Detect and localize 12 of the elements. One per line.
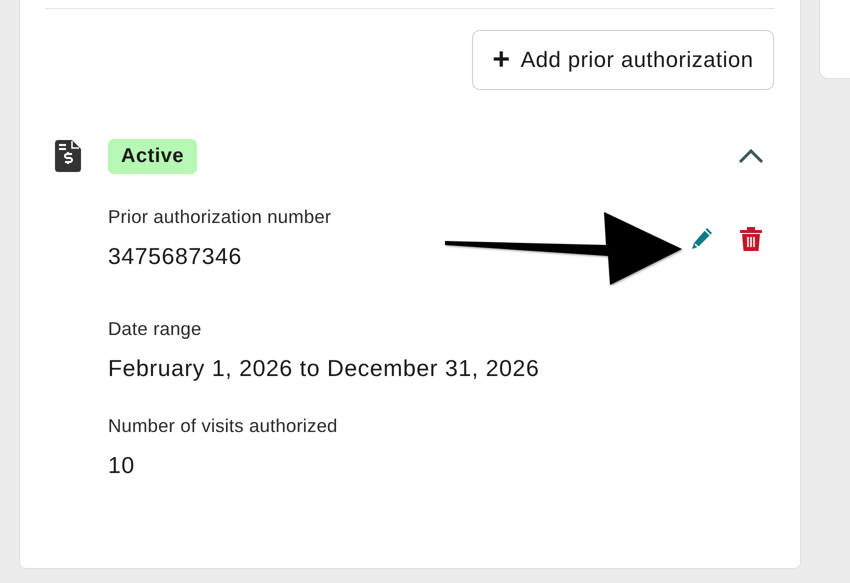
field-label: Prior authorization number bbox=[108, 206, 332, 228]
field-label: Date range bbox=[108, 318, 203, 340]
status-badge: Active bbox=[108, 138, 198, 174]
field-label: Number of visits authorized bbox=[108, 415, 339, 437]
chevron-up-icon[interactable] bbox=[737, 147, 766, 165]
field-value: 10 bbox=[108, 452, 136, 479]
field-value: February 1, 2026 to December 31, 2026 bbox=[108, 355, 540, 382]
invoice-icon bbox=[55, 140, 81, 172]
edit-icon[interactable] bbox=[690, 226, 714, 252]
add-prior-authorization-button[interactable]: + Add prior authorization bbox=[472, 30, 774, 90]
field-value: 3475687346 bbox=[108, 243, 243, 270]
delete-icon[interactable] bbox=[739, 226, 764, 252]
